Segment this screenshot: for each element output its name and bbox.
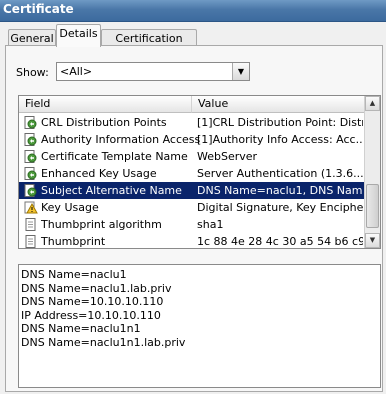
table-row[interactable]: Enhanced Key Usage Server Authentication …	[19, 165, 365, 182]
show-label: Show:	[16, 66, 49, 79]
details-line: DNS Name=10.10.10.110	[21, 295, 164, 309]
details-line: DNS Name=naclu1	[21, 268, 127, 281]
tab-details[interactable]: Details	[56, 24, 101, 47]
document-icon	[24, 235, 38, 248]
show-dropdown[interactable]: <All> ▼	[56, 62, 250, 81]
row-field-name: Authority Information Access	[41, 133, 201, 146]
row-field-value: Server Authentication (1.3.6....	[197, 167, 363, 180]
column-header-value-label: Value	[198, 97, 229, 110]
table-row[interactable]: Thumbprint algorithm sha1	[19, 216, 365, 233]
fields-list[interactable]: Field Value CRL Distribution Points [1]CR…	[18, 95, 381, 249]
column-header-value[interactable]: Value	[192, 96, 365, 113]
row-field-name: Thumbprint	[41, 235, 106, 248]
table-row[interactable]: Key Usage Digital Signature, Key Encipher…	[19, 199, 365, 216]
title-bar: Certificate	[0, 0, 386, 22]
details-line: DNS Name=naclu1n1.lab.priv	[21, 335, 186, 349]
row-field-name: Key Usage	[41, 201, 99, 214]
scroll-thumb[interactable]	[366, 184, 379, 228]
row-field-name: Certificate Template Name	[41, 150, 188, 163]
certificate-extension-icon	[24, 133, 38, 146]
chevron-down-icon[interactable]: ▼	[232, 63, 249, 80]
row-field-name: CRL Distribution Points	[41, 116, 167, 129]
warning-extension-icon	[24, 201, 38, 214]
row-field-value: [1]Authority Info Access: Acc...	[197, 133, 363, 146]
row-field-name: Subject Alternative Name	[41, 184, 182, 197]
document-icon	[24, 218, 38, 231]
column-header-field[interactable]: Field	[19, 96, 192, 113]
column-header-field-label: Field	[25, 97, 51, 110]
show-dropdown-value: <All>	[60, 65, 93, 78]
field-details-box[interactable]: DNS Name=naclu1 DNS Name=naclu1.lab.priv D…	[18, 264, 381, 388]
row-field-value: DNS Name=naclu1, DNS Name...	[197, 184, 363, 197]
details-line: DNS Name=naclu1.lab.priv	[21, 281, 172, 295]
tab-details-label: Details	[59, 27, 98, 40]
table-row[interactable]: Authority Information Access [1]Authority…	[19, 131, 365, 148]
scroll-up-arrow-icon[interactable]: ▲	[365, 96, 380, 111]
table-row[interactable]: Certificate Template Name WebServer	[19, 148, 365, 165]
table-row[interactable]: Subject Alternative Name DNS Name=naclu1,…	[19, 182, 365, 199]
scroll-down-arrow-icon[interactable]: ▼	[365, 233, 380, 248]
certificate-extension-icon	[24, 116, 38, 129]
row-field-name: Thumbprint algorithm	[41, 218, 162, 231]
certificate-extension-icon	[24, 184, 38, 197]
table-row[interactable]: CRL Distribution Points [1]CRL Distributi…	[19, 114, 365, 131]
fields-list-scrollbar[interactable]: ▲ ▼	[364, 96, 380, 248]
certificate-extension-icon	[24, 150, 38, 163]
row-field-value: [1]CRL Distribution Point: Distr...	[197, 116, 363, 129]
row-field-value: 1c 88 4e 28 4c 30 a5 54 b6 c9 ...	[197, 235, 363, 248]
details-line: DNS Name=naclu1n1	[21, 322, 141, 336]
window-title: Certificate	[3, 2, 74, 16]
tab-general-label: General	[10, 32, 54, 45]
certificate-extension-icon	[24, 167, 38, 180]
row-field-value: sha1	[197, 218, 224, 231]
row-field-name: Enhanced Key Usage	[41, 167, 157, 180]
row-field-value: WebServer	[197, 150, 258, 163]
table-row[interactable]: Thumbprint 1c 88 4e 28 4c 30 a5 54 b6 c9 …	[19, 233, 365, 248]
details-line: IP Address=10.10.10.110	[21, 308, 161, 322]
row-field-value: Digital Signature, Key Encipher...	[197, 201, 363, 214]
